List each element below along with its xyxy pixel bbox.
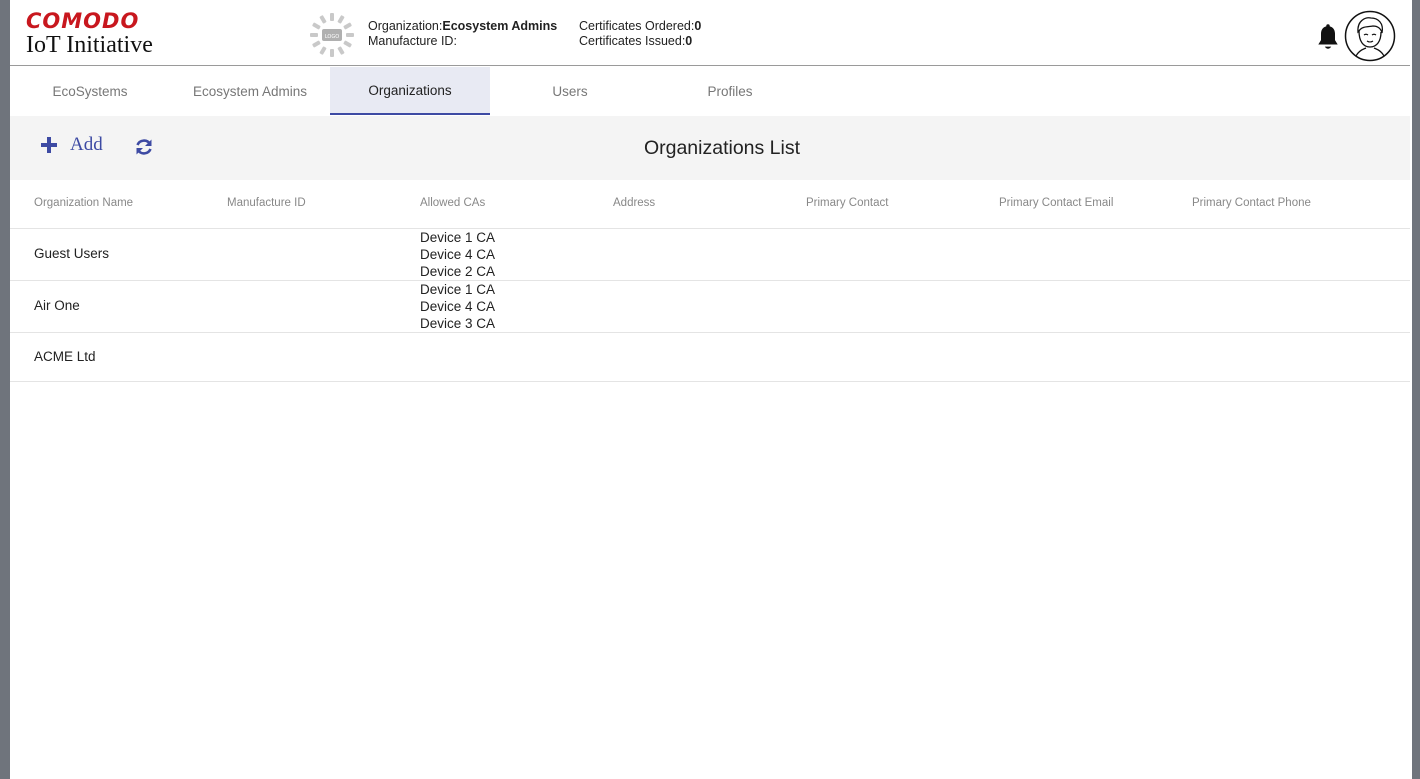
brand-product: IoT Initiative xyxy=(26,32,153,58)
ca-item: Device 1 CA xyxy=(420,282,496,297)
window-left-edge xyxy=(0,0,10,779)
table-row[interactable]: Guest Users Device 1 CA Device 4 CA Devi… xyxy=(10,229,1410,281)
cert-info: Certificates Ordered:0 Certificates Issu… xyxy=(579,19,701,49)
add-button[interactable]: Add xyxy=(40,134,103,156)
organizations-table: Organization Name Manufacture ID Allowed… xyxy=(10,180,1410,382)
tab-ecosystems[interactable]: EcoSystems xyxy=(10,67,170,115)
tab-ecosystem-admins[interactable]: Ecosystem Admins xyxy=(170,67,330,115)
app-window: COMODO IoT Initiative LOGO Organization:… xyxy=(0,0,1412,779)
org-label: Organization: xyxy=(368,19,443,33)
ca-item: Device 4 CA xyxy=(420,299,496,314)
column-header-primary-contact[interactable]: Primary Contact xyxy=(806,197,888,209)
table-row[interactable]: ACME Ltd xyxy=(10,333,1410,382)
tab-profiles[interactable]: Profiles xyxy=(650,67,810,115)
allowed-cas-cell: Device 1 CA Device 4 CA Device 3 CA xyxy=(420,281,495,332)
column-header-address[interactable]: Address xyxy=(613,197,655,209)
cert-issued-value: 0 xyxy=(685,34,693,48)
cert-issued-label: Certificates Issued: xyxy=(579,34,686,48)
table-header: Organization Name Manufacture ID Allowed… xyxy=(10,180,1410,229)
user-avatar-icon[interactable] xyxy=(1344,10,1396,62)
logo-text: LOGO xyxy=(325,34,339,40)
ca-item: Device 2 CA xyxy=(420,264,496,279)
cert-ordered-value: 0 xyxy=(694,19,702,33)
brand-logo[interactable]: COMODO IoT Initiative xyxy=(26,9,153,57)
organization-name-cell: Guest Users xyxy=(34,246,110,261)
add-button-label: Add xyxy=(70,134,103,155)
table-row[interactable]: Air One Device 1 CA Device 4 CA Device 3… xyxy=(10,281,1410,333)
organization-name-cell: ACME Ltd xyxy=(34,349,96,364)
org-info: Organization:Ecosystem Admins Manufactur… xyxy=(368,19,557,49)
ca-item: Device 4 CA xyxy=(420,247,496,262)
main-tabs: EcoSystems Ecosystem Admins Organization… xyxy=(10,67,1410,115)
refresh-icon[interactable] xyxy=(134,137,154,157)
page-title: Organizations List xyxy=(643,136,801,159)
column-header-organization-name[interactable]: Organization Name xyxy=(34,197,133,209)
bell-icon[interactable] xyxy=(1315,24,1341,52)
tab-organizations[interactable]: Organizations xyxy=(330,67,490,115)
brand-company: COMODO xyxy=(26,9,140,33)
ca-item: Device 3 CA xyxy=(420,316,496,331)
plus-icon xyxy=(41,137,57,153)
ca-item: Device 1 CA xyxy=(420,230,496,245)
app-header: COMODO IoT Initiative LOGO Organization:… xyxy=(10,0,1410,66)
allowed-cas-cell: Device 1 CA Device 4 CA Device 2 CA xyxy=(420,229,495,280)
column-header-primary-contact-phone[interactable]: Primary Contact Phone xyxy=(1192,197,1311,209)
org-value: Ecosystem Admins xyxy=(442,19,558,33)
org-logo-placeholder-icon: LOGO xyxy=(310,13,354,57)
column-header-allowed-cas[interactable]: Allowed CAs xyxy=(420,197,485,209)
list-toolbar: Organizations List Add xyxy=(10,116,1410,180)
column-header-manufacture-id[interactable]: Manufacture ID xyxy=(227,197,306,209)
manufacture-id-label: Manufacture ID: xyxy=(368,34,457,48)
column-header-primary-contact-email[interactable]: Primary Contact Email xyxy=(999,197,1113,209)
cert-ordered-label: Certificates Ordered: xyxy=(579,19,695,33)
tab-users[interactable]: Users xyxy=(490,67,650,115)
organization-name-cell: Air One xyxy=(34,298,80,313)
